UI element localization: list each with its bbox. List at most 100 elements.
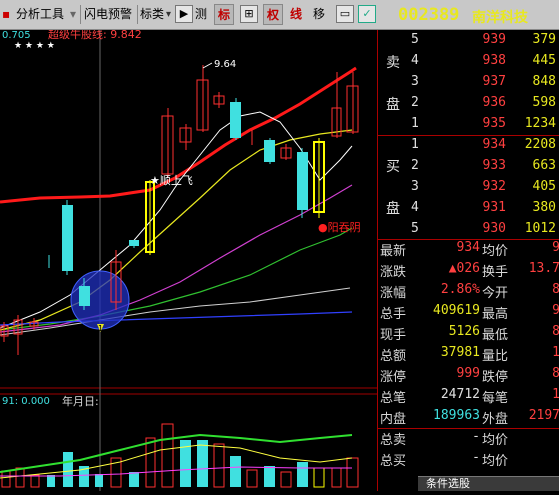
stat-row: 涨停 999 跌停 8 <box>378 366 559 387</box>
chart-background <box>0 30 377 491</box>
stat-value: 1 <box>552 345 559 360</box>
divider <box>378 135 559 136</box>
buy-level: 1 <box>411 137 419 152</box>
stat-value: 9 <box>552 240 559 255</box>
sell-level: 4 <box>411 53 419 68</box>
sell-volume: 379 <box>532 32 556 47</box>
buy-row[interactable]: 3 932 405 <box>378 179 559 200</box>
label-button[interactable]: 标 <box>214 4 235 25</box>
sell-price: 936 <box>482 95 506 110</box>
buy-row[interactable]: 4 931 380 <box>378 200 559 221</box>
stat-label: 现手 <box>380 328 407 343</box>
stat-label: 量比 <box>482 349 509 364</box>
stat-label: 外盘 <box>482 412 509 427</box>
buy-row[interactable]: 1 934 2208 <box>378 137 559 158</box>
rights-button[interactable]: 权 <box>263 4 284 25</box>
check-icon[interactable]: ✓ <box>358 5 376 23</box>
measure-button[interactable]: 测 <box>195 4 207 25</box>
stat-label: 总笔 <box>380 391 407 406</box>
toolbar-left-stub[interactable]: ▪ <box>2 4 10 25</box>
stock-name: 南洋科技 <box>472 10 528 26</box>
move-button[interactable]: 移 <box>313 4 325 25</box>
stat-row: 总手 409619 最高 9 <box>378 303 559 324</box>
stat-value: 9 <box>552 303 559 318</box>
stat-label: 今开 <box>482 286 509 301</box>
stat-label: 每笔 <box>482 391 509 406</box>
stat-value: 8 <box>552 282 559 297</box>
flash-alert-button[interactable]: 闪电预警 <box>84 4 132 25</box>
stat-row: 总卖 - 均价 <box>378 429 559 450</box>
sell-row[interactable]: 4 938 445 <box>378 53 559 74</box>
sell-row[interactable]: 5 939 379 <box>378 32 559 53</box>
stat-row: 涨跌 ▲026 换手 13.7 <box>378 261 559 282</box>
stat-value: 934 <box>456 240 480 255</box>
sell-price: 939 <box>482 32 506 47</box>
top-left-value: 0.705 <box>2 30 31 41</box>
stat-label: 跌停 <box>482 370 509 385</box>
stat-row: 涨幅 2.86% 今开 8 <box>378 282 559 303</box>
stat-label: 均价 <box>482 454 509 469</box>
sell-price: 938 <box>482 53 506 68</box>
buy-level: 4 <box>411 200 419 215</box>
buy-level: 5 <box>411 221 419 236</box>
stat-label: 涨跌 <box>380 265 407 280</box>
line-button[interactable]: 线 <box>287 4 306 25</box>
stat-value: 24712 <box>440 387 480 402</box>
stat-value: - <box>472 450 480 465</box>
stat-label: 最新 <box>380 244 407 259</box>
sell-signal-label: ●阳吞阴 <box>318 221 361 234</box>
sell-price: 937 <box>482 74 506 89</box>
star-markers: ★ ★ ★ ★ <box>14 41 55 51</box>
sell-level: 1 <box>411 116 419 131</box>
sell-row[interactable]: 2 936 598 <box>378 95 559 116</box>
stat-label: 涨停 <box>380 370 407 385</box>
buy-row[interactable]: 2 933 663 <box>378 158 559 179</box>
stat-value: ▲026 <box>448 261 480 276</box>
chevron-down-icon[interactable]: ▾ <box>166 4 171 25</box>
buy-price: 933 <box>482 158 506 173</box>
toolbar-divider <box>80 5 81 24</box>
stat-label: 总卖 <box>380 433 407 448</box>
stat-row: 总买 - 均价 <box>378 450 559 471</box>
toolbar: ▪ 分析工具 ▾ 闪电预警 标类 ▾ ▶ 测 标 ⊞ 权 线 移 ▭ ✓ 002… <box>0 0 559 30</box>
stat-label: 最高 <box>482 307 509 322</box>
stat-value: 37981 <box>440 345 480 360</box>
sell-volume: 848 <box>532 74 556 89</box>
stat-label: 换手 <box>482 265 509 280</box>
buy-level: 2 <box>411 158 419 173</box>
dropdown-arrow-icon[interactable]: ▾ <box>70 4 76 25</box>
buy-volume: 1012 <box>524 221 556 236</box>
stock-code: 002389 <box>398 5 460 25</box>
stat-value: 5126 <box>448 324 480 339</box>
stat-label: 内盘 <box>380 412 407 427</box>
buy-volume: 380 <box>532 200 556 215</box>
stat-value: 13.7 <box>528 261 559 276</box>
stat-value: 2.86% <box>440 282 480 297</box>
stat-value: 2197 <box>528 408 559 423</box>
stat-value: 8 <box>552 366 559 381</box>
buy-price: 931 <box>482 200 506 215</box>
indicator-button[interactable]: 标类 <box>140 4 164 25</box>
sell-level: 2 <box>411 95 419 110</box>
sell-row[interactable]: 3 937 848 <box>378 74 559 95</box>
stat-label: 总买 <box>380 454 407 469</box>
condition-screener-tab[interactable]: 条件选股 <box>418 476 559 491</box>
kline-svg[interactable]: 0.705 超级牛股线: 9.842 ★ ★ ★ ★ 1 9.64 ★顺上飞 ●… <box>0 27 377 491</box>
play-icon[interactable]: ▶ <box>175 5 193 23</box>
buy-volume: 405 <box>532 179 556 194</box>
sell-row[interactable]: 1 935 1234 <box>378 116 559 137</box>
window-icon[interactable]: ▭ <box>336 5 354 23</box>
stat-value: 1 <box>552 387 559 402</box>
sell-price: 935 <box>482 116 506 131</box>
stat-label: 涨幅 <box>380 286 407 301</box>
analysis-tool-button[interactable]: 分析工具 <box>16 4 64 25</box>
dot-marker-label: 1 <box>98 324 103 333</box>
sell-volume: 598 <box>532 95 556 110</box>
stat-label: 总额 <box>380 349 407 364</box>
quote-panel: 卖 盘 5 939 379 4 938 445 3 937 848 2 936 … <box>377 30 559 491</box>
kline-chart[interactable]: 0.705 超级牛股线: 9.842 ★ ★ ★ ★ 1 9.64 ★顺上飞 ●… <box>0 27 377 491</box>
crosshair-icon[interactable]: ⊞ <box>240 5 258 23</box>
stat-row: 最新 934 均价 9 <box>378 240 559 261</box>
buy-price: 930 <box>482 221 506 236</box>
stat-value: 189963 <box>433 408 480 423</box>
